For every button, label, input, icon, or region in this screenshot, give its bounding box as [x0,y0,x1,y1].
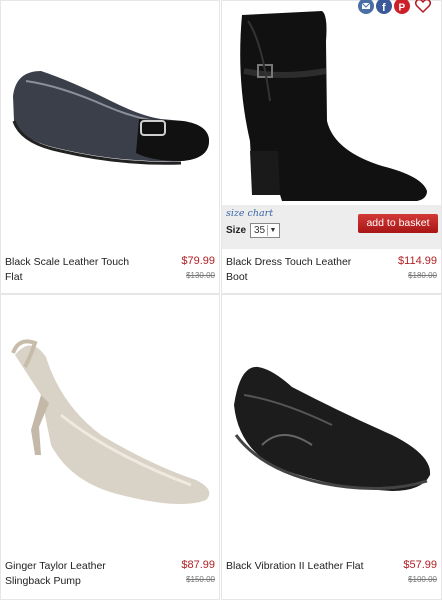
product-image[interactable] [222,295,441,553]
size-label: Size [226,225,247,236]
product-price: $114.99 [398,255,437,267]
facebook-icon[interactable]: f [376,0,392,14]
add-to-basket-button[interactable]: add to basket [358,214,438,233]
product-card[interactable]: Ginger Taylor Leather Slingback Pump $87… [0,294,220,600]
original-price: $100.00 [408,575,437,584]
pinterest-icon[interactable]: P [394,0,410,14]
product-name[interactable]: Black Vibration II Leather Flat [226,559,364,574]
product-name[interactable]: Ginger Taylor Leather Slingback Pump [5,559,143,589]
product-price: $87.99 [181,559,215,571]
original-price: $150.00 [186,575,215,584]
product-card[interactable]: f P size chart Size 35 ▼ add to basket B… [221,0,442,294]
original-price: $130.00 [186,271,215,280]
product-image[interactable]: f P size chart Size 35 ▼ add to basket [222,0,441,249]
product-card[interactable]: Black Vibration II Leather Flat $57.99 $… [221,294,442,600]
heart-icon[interactable] [414,0,432,14]
size-chart-link[interactable]: size chart [226,208,273,219]
size-select-value: 35 [254,225,266,236]
email-icon[interactable] [358,0,374,14]
slingback-pump-image [11,339,210,504]
size-select[interactable]: 35 ▼ [250,223,280,238]
product-name[interactable]: Black Dress Touch Leather Boot [226,255,364,285]
product-price: $57.99 [403,559,437,571]
svg-text:P: P [399,3,406,14]
svg-text:f: f [382,2,386,14]
quickview-panel: size chart Size 35 ▼ add to basket [222,205,441,249]
product-price: $79.99 [181,255,215,267]
chevron-down-icon: ▼ [267,225,278,236]
flat-shoe-image [12,71,209,165]
product-name[interactable]: Black Scale Leather Touch Flat [5,255,143,285]
product-card[interactable]: Black Scale Leather Touch Flat $79.99 $1… [0,0,220,294]
flat-shoe-image [234,366,431,491]
product-image[interactable] [1,295,219,553]
original-price: $180.00 [408,271,437,280]
product-image[interactable] [1,1,219,249]
